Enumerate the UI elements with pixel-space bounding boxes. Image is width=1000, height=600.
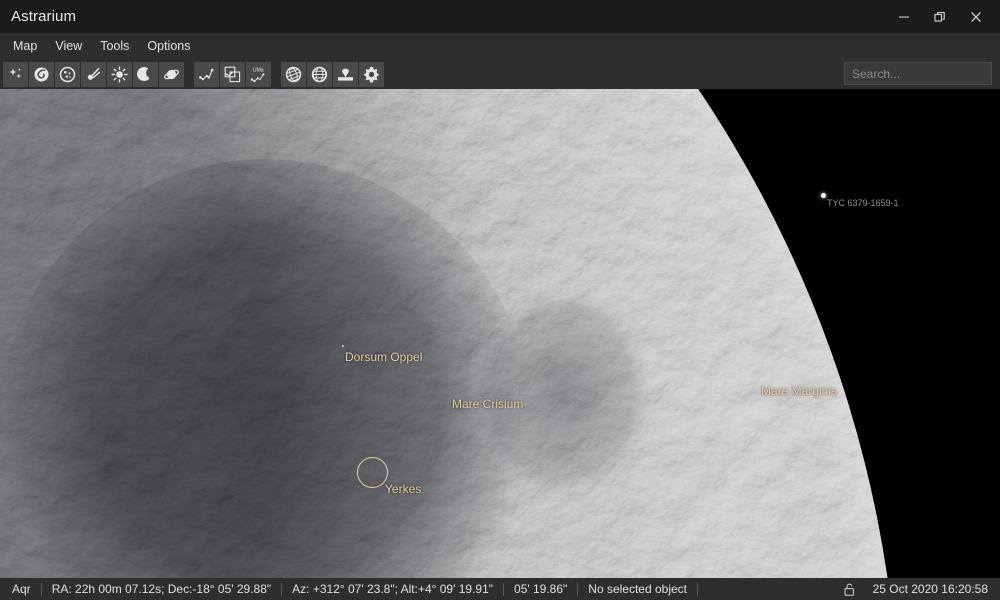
selection-ellipse[interactable]: [357, 457, 388, 488]
constellation-labels-icon: UMa: [249, 66, 268, 83]
toolbar-separator: [185, 62, 194, 87]
constellation-lines-icon: [198, 66, 215, 83]
equatorial-grid-icon: [285, 66, 302, 83]
menu-item-tools[interactable]: Tools: [91, 35, 138, 58]
dorsum-oppel-marker[interactable]: [342, 345, 344, 347]
toolbar-button-constellation-labels[interactable]: UMa: [246, 61, 271, 87]
toolbar-separator-2: [272, 62, 281, 87]
stars-icon: [7, 66, 24, 83]
toolbar-button-ground[interactable]: [333, 61, 358, 87]
astrarium-window: Astrarium Map View Tools Options UMa Sea…: [0, 0, 1000, 600]
toolbar-button-constellation-borders[interactable]: [220, 61, 245, 87]
toolbar-button-equatorial-grid[interactable]: [281, 61, 306, 87]
ground-icon: [337, 66, 354, 83]
status-divider-5: [697, 582, 699, 596]
window-controls: [886, 0, 1000, 33]
sun-icon: [111, 65, 128, 83]
toolbar-button-horizontal-grid[interactable]: [307, 61, 332, 87]
constellation-borders-icon: [224, 66, 241, 83]
map-label-mare-marginis[interactable]: Mare Marginis: [761, 384, 837, 398]
restore-button[interactable]: [922, 0, 958, 33]
menu-item-map[interactable]: Map: [4, 35, 46, 58]
toolbar-button-constellation-lines[interactable]: [194, 61, 219, 87]
toolbar-button-comets[interactable]: [81, 61, 106, 87]
star-label: TYC 6379-1659-1: [827, 198, 899, 208]
status-bar: Aqr RA: 22h 00m 07.12s; Dec:-18° 05' 29.…: [0, 578, 1000, 600]
unlocked-padlock-icon[interactable]: [844, 583, 863, 596]
sky-map-canvas[interactable]: TYC 6379-1659-1 Dorsum Oppel Mare Crisiu…: [0, 89, 1000, 578]
menu-item-options[interactable]: Options: [138, 35, 199, 58]
status-constellation: Aqr: [12, 582, 31, 596]
search-input[interactable]: [844, 62, 992, 85]
status-horizontal-coords: Az: +312° 07' 23.8"; Alt:+4° 09' 19.91": [292, 582, 494, 596]
minimize-button[interactable]: [886, 0, 922, 33]
toolbar-button-sun[interactable]: [107, 61, 132, 87]
moon-icon: [137, 66, 154, 83]
star-marker[interactable]: [821, 193, 826, 198]
status-equatorial-coords: RA: 22h 00m 07.12s; Dec:-18° 05' 29.88": [51, 582, 272, 596]
galaxy-icon: [33, 66, 50, 83]
deep-sky-object-icon: [59, 66, 76, 83]
planet-icon: [163, 66, 180, 83]
title-bar: Astrarium: [0, 0, 1000, 33]
toolbar-button-galaxies[interactable]: [29, 61, 54, 87]
toolbar-button-stars[interactable]: [3, 61, 28, 87]
mare-crisium-basin: [0, 159, 658, 578]
menu-item-view[interactable]: View: [46, 35, 91, 58]
toolbar-button-settings[interactable]: [359, 61, 384, 87]
svg-text:UMa: UMa: [253, 67, 264, 73]
toolbar-button-moon[interactable]: [133, 61, 158, 87]
comet-icon: [85, 66, 102, 83]
toolbar-button-planets[interactable]: [159, 61, 184, 87]
toolbar: UMa: [0, 59, 1000, 89]
map-label-dorsum-oppel[interactable]: Dorsum Oppel: [345, 350, 422, 364]
menu-bar: Map View Tools Options: [0, 33, 1000, 59]
horizontal-grid-icon: [311, 66, 328, 83]
status-datetime: 25 Oct 2020 16:20:58: [872, 582, 988, 596]
toolbar-button-deep-sky-objects[interactable]: [55, 61, 80, 87]
map-label-yerkes[interactable]: Yerkes: [385, 482, 421, 496]
moon-disc: [0, 89, 900, 578]
close-button[interactable]: [958, 0, 994, 33]
window-title: Astrarium: [11, 8, 77, 25]
status-selected-object: No selected object: [588, 582, 688, 596]
settings-gear-icon: [363, 66, 380, 83]
status-field-of-view: 05' 19.86": [514, 582, 568, 596]
map-label-mare-crisium[interactable]: Mare Crisium: [452, 397, 523, 411]
moon-render-area: [0, 89, 1000, 578]
